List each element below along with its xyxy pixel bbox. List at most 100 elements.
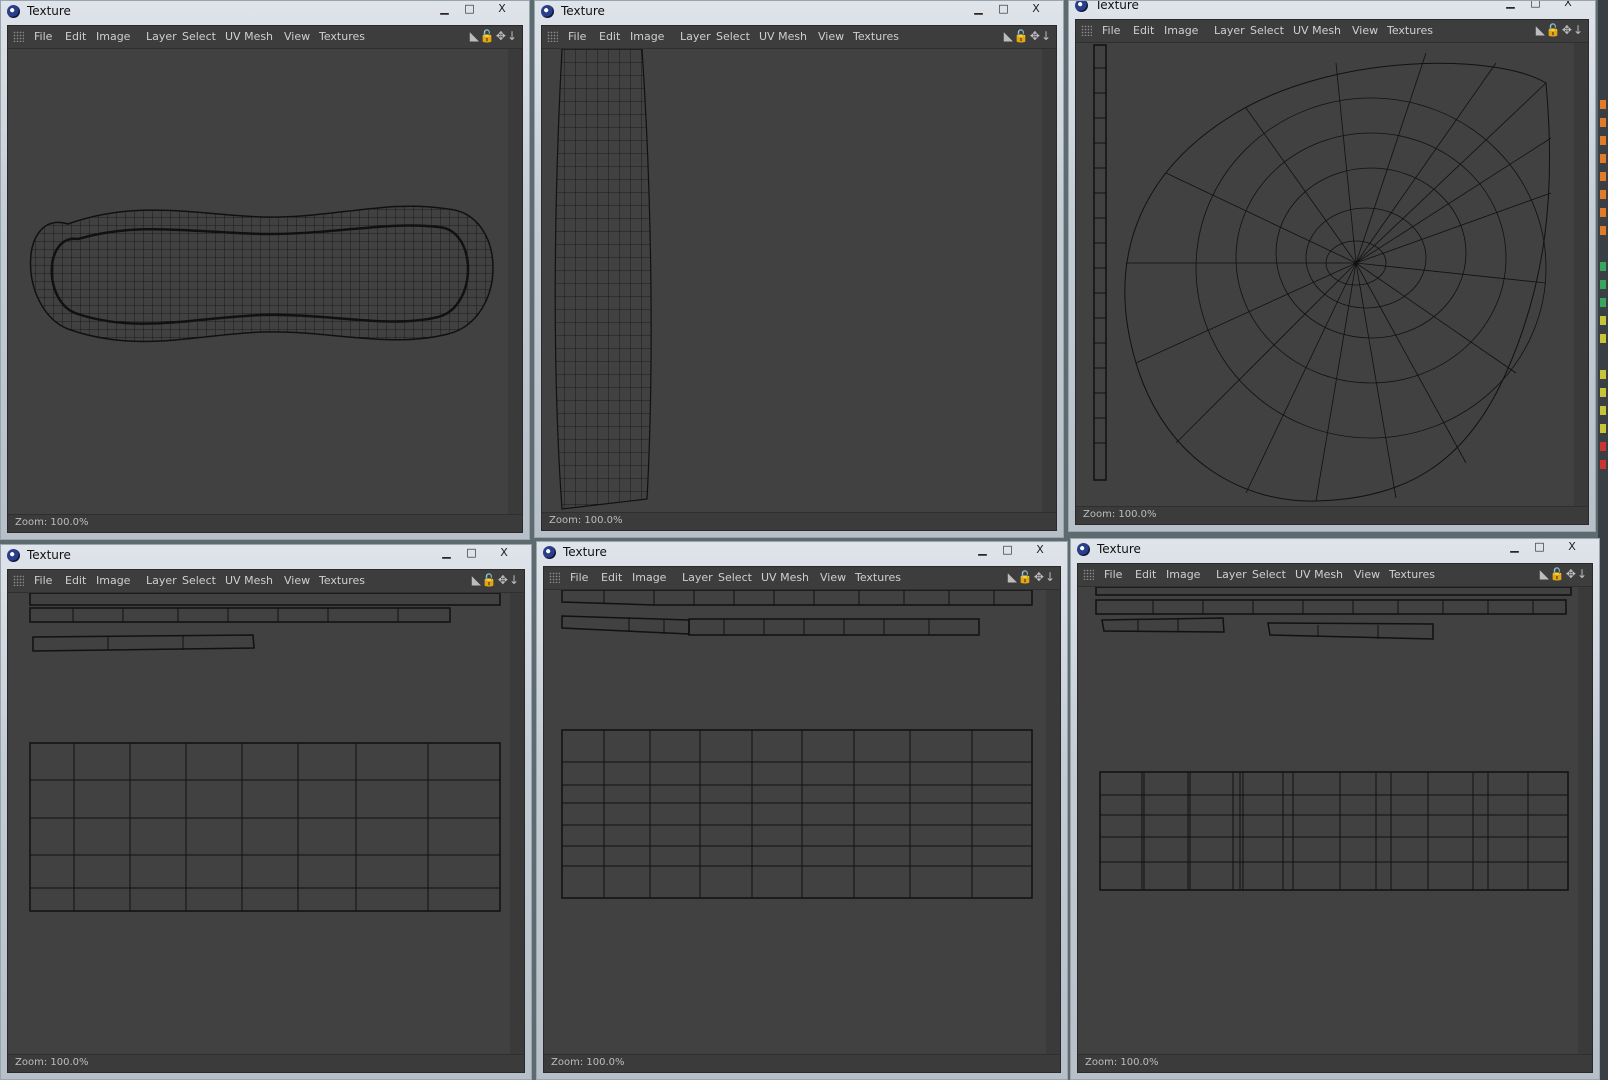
uv-canvas[interactable] [1078,587,1578,1054]
menu-select[interactable]: Select [182,574,216,587]
title-bar[interactable]: Texture ▁ □ X [1,545,531,567]
menu-file[interactable]: File [1104,568,1122,581]
uv-mesh-icon[interactable]: ◣ [1540,567,1550,581]
menu-layer[interactable]: Layer [680,30,711,43]
menu-uv-mesh[interactable]: UV Mesh [761,571,809,584]
maximize-button[interactable]: □ [457,1,482,17]
menu-textures[interactable]: Textures [1389,568,1435,581]
menu-uv-mesh[interactable]: UV Mesh [759,30,807,43]
menu-image[interactable]: Image [1164,24,1198,37]
scrollbar[interactable] [1046,590,1060,1054]
close-button[interactable]: X [1025,542,1055,558]
texture-window-2[interactable]: Texture ▁ □ X File Edit Image Layer Sele… [534,0,1064,538]
uv-mesh-icon[interactable]: ◣ [470,29,480,43]
move-icon[interactable]: ✥ [498,573,509,587]
menu-select[interactable]: Select [1252,568,1286,581]
toolbar-icons[interactable]: ◣🔓✥↓ [472,573,520,587]
toolbar-icons[interactable]: ◣🔓✥↓ [1008,570,1056,584]
title-bar[interactable]: Texture ▁ □ X [535,1,1063,23]
uv-mesh-icon[interactable]: ◣ [1008,570,1018,584]
menu-file[interactable]: File [1102,24,1120,37]
lock-icon[interactable]: 🔓 [1550,567,1566,581]
menu-edit[interactable]: Edit [601,571,622,584]
menu-textures[interactable]: Textures [855,571,901,584]
menu-textures[interactable]: Textures [1387,24,1433,37]
minimize-button[interactable]: ▁ [970,542,995,558]
grip-icon[interactable] [547,31,558,42]
scrollbar[interactable] [1574,43,1588,506]
close-button[interactable]: X [487,1,517,17]
uv-canvas[interactable] [542,49,1042,512]
scrollbar[interactable] [1042,49,1056,512]
menu-layer[interactable]: Layer [1214,24,1245,37]
scrollbar[interactable] [1578,587,1592,1054]
texture-window-1[interactable]: Texture ▁ □ X File Edit Image Layer Sele… [0,0,530,540]
maximize-button[interactable]: □ [1527,539,1552,555]
grip-icon[interactable] [13,575,24,586]
close-button[interactable]: X [489,545,519,561]
minimize-button[interactable]: ▁ [966,1,991,17]
title-bar[interactable]: Texture ▁ □ X [1071,539,1599,561]
menu-layer[interactable]: Layer [682,571,713,584]
menu-layer[interactable]: Layer [1216,568,1247,581]
move-icon[interactable]: ✥ [1566,567,1577,581]
uv-mesh-icon[interactable]: ◣ [1536,23,1546,37]
maximize-button[interactable]: □ [1523,1,1548,11]
menu-view[interactable]: View [284,30,310,43]
menu-select[interactable]: Select [718,571,752,584]
texture-window-5[interactable]: Texture ▁ □ X File Edit Image Layer Sele… [536,541,1068,1080]
uv-canvas[interactable] [1076,43,1574,506]
texture-window-4[interactable]: Texture ▁ □ X File Edit Image Layer Sele… [0,544,532,1080]
maximize-button[interactable]: □ [991,1,1016,17]
scrollbar[interactable] [510,593,524,1054]
lock-icon[interactable]: 🔓 [482,573,498,587]
lock-icon[interactable]: 🔓 [480,29,496,43]
toolbar-icons[interactable]: ◣🔓✥↓ [1004,29,1052,43]
uv-canvas[interactable] [544,590,1046,1054]
menu-select[interactable]: Select [716,30,750,43]
close-button[interactable]: X [1553,1,1583,11]
move-icon[interactable]: ✥ [496,29,507,43]
move-icon[interactable]: ✥ [1034,570,1045,584]
menu-image[interactable]: Image [1166,568,1200,581]
minimize-button[interactable]: ▁ [432,1,457,17]
menu-select[interactable]: Select [182,30,216,43]
grip-icon[interactable] [1083,569,1094,580]
uv-mesh-icon[interactable]: ◣ [1004,29,1014,43]
toolbar-icons[interactable]: ◣🔓✥↓ [1540,567,1588,581]
menu-textures[interactable]: Textures [319,30,365,43]
move-icon[interactable]: ✥ [1030,29,1041,43]
menu-textures[interactable]: Textures [853,30,899,43]
menu-uv-mesh[interactable]: UV Mesh [1295,568,1343,581]
minimize-button[interactable]: ▁ [434,545,459,561]
uv-mesh-icon[interactable]: ◣ [472,573,482,587]
menu-edit[interactable]: Edit [1133,24,1154,37]
menu-layer[interactable]: Layer [146,574,177,587]
close-button[interactable]: X [1021,1,1051,17]
dock-arrow-icon[interactable]: ↓ [1577,567,1588,581]
toolbar-icons[interactable]: ◣🔓✥↓ [1536,23,1584,37]
menu-view[interactable]: View [284,574,310,587]
dock-arrow-icon[interactable]: ↓ [1045,570,1056,584]
lock-icon[interactable]: 🔓 [1018,570,1034,584]
title-bar[interactable]: Texture ▁ □ X [537,542,1067,564]
menu-layer[interactable]: Layer [146,30,177,43]
texture-window-3[interactable]: Texture ▁ □ X File Edit Image Layer Sele… [1068,0,1596,532]
menu-edit[interactable]: Edit [65,574,86,587]
menu-textures[interactable]: Textures [319,574,365,587]
menu-file[interactable]: File [34,574,52,587]
menu-image[interactable]: Image [630,30,664,43]
uv-canvas[interactable] [8,593,510,1054]
menu-uv-mesh[interactable]: UV Mesh [225,30,273,43]
toolbar-icons[interactable]: ◣🔓✥↓ [470,29,518,43]
menu-image[interactable]: Image [96,30,130,43]
menu-view[interactable]: View [818,30,844,43]
menu-file[interactable]: File [34,30,52,43]
uv-canvas[interactable] [8,49,508,514]
grip-icon[interactable] [1081,25,1092,36]
lock-icon[interactable]: 🔓 [1546,23,1562,37]
move-icon[interactable]: ✥ [1562,23,1573,37]
menu-uv-mesh[interactable]: UV Mesh [1293,24,1341,37]
scrollbar[interactable] [508,49,522,514]
dock-arrow-icon[interactable]: ↓ [509,573,520,587]
